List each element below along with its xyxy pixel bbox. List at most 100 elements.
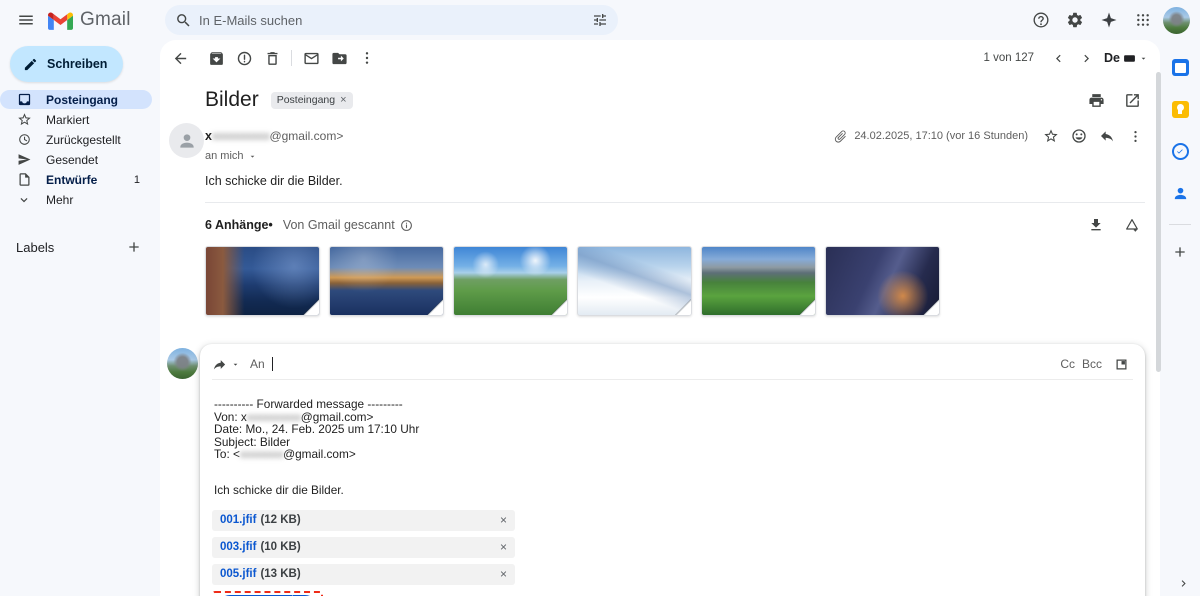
mail-toolbar: 1 von 127 De [160,40,1160,72]
remove-attachment-icon[interactable]: × [500,541,507,553]
keep-button[interactable] [1165,94,1195,124]
gmail-logo[interactable]: Gmail [48,9,131,31]
forwarded-message-block[interactable]: ---------- Forwarded message --------- V… [214,398,1133,461]
labels-section: Labels [16,235,146,259]
star-icon [16,112,32,127]
remove-attachment-icon[interactable]: × [500,514,507,526]
input-tools-selector[interactable]: De [1104,51,1148,65]
message-type-selector[interactable] [212,357,240,372]
attachment-thumbnail-alpine-lake-house[interactable] [453,246,568,316]
newer-button[interactable] [1044,44,1072,72]
label-chip-posteingang[interactable]: Posteingang × [270,91,353,109]
email-body: Ich schicke dir die Bilder. [205,174,343,188]
bcc-button[interactable]: Bcc [1082,357,1102,371]
tune-icon [592,12,608,28]
settings-button[interactable] [1061,6,1089,34]
forward-icon [212,357,227,372]
gemini-sparkle-icon [1100,11,1118,29]
tasks-button[interactable] [1165,136,1195,166]
move-to-button[interactable] [325,44,353,72]
sender-avatar[interactable] [169,123,204,158]
attachment-thumbnail-city-canal-dusk[interactable] [205,246,320,316]
more-vert-icon [359,50,375,66]
attachment-chip[interactable]: 005.jfif (13 KB) × [212,563,515,585]
older-button[interactable] [1072,44,1100,72]
send-icon [16,152,32,167]
attachment-thumbnail-city-skyline-dusk[interactable] [329,246,444,316]
sidebar-item-zurueckgestellt[interactable]: Zurückgestellt [0,130,152,149]
hamburger-menu-icon [17,11,35,29]
search-options-button[interactable] [586,6,614,34]
sidebar-item-gesendet[interactable]: Gesendet [0,150,152,169]
apps-button[interactable] [1129,6,1157,34]
compose-button[interactable]: Schreiben [10,46,123,82]
sidebar-item-entwuerfe[interactable]: Entwürfe 1 [0,170,152,189]
account-avatar[interactable] [1163,6,1190,34]
topbar-right [1027,6,1190,34]
compose-body-text[interactable]: Ich schicke dir die Bilder. [214,483,1133,497]
reply-button[interactable] [1094,123,1120,149]
sidebar-item-posteingang[interactable]: Posteingang [0,90,152,109]
type-caret-icon [231,360,240,369]
remove-attachment-icon[interactable]: × [500,568,507,580]
contacts-button[interactable] [1165,178,1195,208]
attachment-chip[interactable]: 003.jfif (10 KB) × [212,536,515,558]
hide-side-panel-button[interactable] [1177,577,1190,590]
annotation-highlight-box: Senden [212,590,324,596]
back-button[interactable] [166,44,194,72]
chevron-down-icon [16,193,32,207]
get-add-ons-button[interactable] [1165,237,1195,267]
open-in-new-icon [1124,92,1141,109]
gmail-app: Gmail In E-Mails suchen Schreiben Postei… [0,0,1200,596]
contacts-icon [1172,185,1189,202]
main-menu-button[interactable] [8,2,44,38]
trash-icon [264,50,281,67]
open-in-new-button[interactable] [1118,86,1146,114]
emoji-reaction-button[interactable] [1066,123,1092,149]
smiley-icon [1071,128,1087,144]
gear-icon [1066,11,1084,29]
sender-address: xxxxxxxxxxx@gmail.com> [205,129,344,143]
gemini-button[interactable] [1095,6,1123,34]
compose-attachments: 001.jfif (12 KB) × 003.jfif (10 KB) × 00… [212,509,1133,585]
cc-button[interactable]: Cc [1060,357,1075,371]
help-button[interactable] [1027,6,1055,34]
add-to-drive-button[interactable] [1119,212,1145,238]
calendar-button[interactable] [1165,52,1195,82]
create-label-button[interactable] [122,235,146,259]
popout-button[interactable] [1109,352,1133,376]
attachment-thumbnail-lakeside-village-night[interactable] [825,246,940,316]
report-spam-button[interactable] [230,44,258,72]
inbox-icon [16,92,32,107]
compose-wrap: An Cc Bcc ---------- Forwarded message -… [167,344,1145,596]
recipient-summary[interactable]: an mich [205,150,1160,162]
plus-icon [1172,244,1188,260]
download-all-button[interactable] [1083,212,1109,238]
paperclip-icon [833,129,848,144]
recipient-row[interactable]: An Cc Bcc [212,349,1133,380]
mark-unread-button[interactable] [297,44,325,72]
attachment-thumbnail-snow-village-church[interactable] [577,246,692,316]
info-icon[interactable] [400,219,413,232]
print-button[interactable] [1082,86,1110,114]
search-button[interactable] [169,6,197,34]
envelope-icon [303,50,320,67]
email-subject: Bilder [205,88,259,111]
sidebar-item-mehr[interactable]: Mehr [0,190,152,209]
sidebar-item-markiert[interactable]: Markiert [0,110,152,129]
message-more-button[interactable] [1122,123,1148,149]
search-bar[interactable] [165,5,618,35]
person-icon [177,131,197,151]
attachment-chip[interactable]: 001.jfif (12 KB) × [212,509,515,531]
archive-button[interactable] [202,44,230,72]
star-message-button[interactable] [1038,123,1064,149]
reply-icon [1099,128,1115,144]
more-actions-button[interactable] [353,44,381,72]
remove-label-icon[interactable]: × [340,94,346,106]
dropdown-caret-icon [1139,54,1148,63]
search-input[interactable] [197,11,586,29]
delete-button[interactable] [258,44,286,72]
chevron-right-icon [1079,51,1094,66]
compose-label: Schreiben [47,57,108,71]
attachment-thumbnail-dolomites-valley[interactable] [701,246,816,316]
